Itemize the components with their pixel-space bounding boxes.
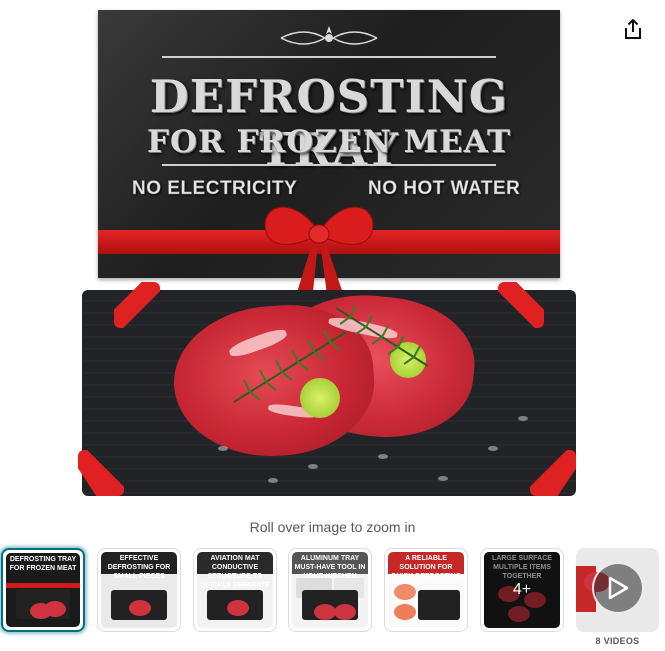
box-title-line2: FOR FROZEN MEAT (146, 124, 512, 160)
thumbnail-salmon (394, 584, 416, 600)
thumbnail-ribbon (6, 583, 80, 588)
play-icon (608, 576, 629, 600)
water-drop (488, 446, 498, 451)
water-drop (518, 416, 528, 421)
thumbnail-4[interactable]: ALUMINUM TRAY MUST-HAVE TOOL IN YOUR KIT… (288, 548, 372, 632)
thumbnail-caption: AVIATION MAT CONDUCTIVE STRUCTURE TO QUI… (197, 552, 273, 598)
box-rule-top (162, 56, 496, 58)
zoom-hint: Roll over image to zoom in (249, 519, 416, 535)
more-images-count: 4+ (484, 552, 560, 628)
water-drop (218, 446, 228, 451)
main-product-image[interactable]: DEFROSTING TRAY FOR FROZEN MEAT NO ELECT… (78, 6, 586, 506)
share-button[interactable] (620, 16, 646, 42)
box-rule-bottom (162, 164, 496, 166)
thumbnail-3[interactable]: AVIATION MAT CONDUCTIVE STRUCTURE TO QUI… (193, 548, 277, 632)
thumbnail-meat (334, 604, 356, 620)
thumbnail-meat (227, 600, 249, 616)
videos-count-label[interactable]: 8 VIDEOS (576, 636, 659, 646)
thumbnail-tray (418, 590, 460, 620)
video-thumbnail[interactable] (576, 548, 659, 632)
thumbnail-6[interactable]: LARGE SURFACE MULTIPLE ITEMS TOGETHER 4+ (480, 548, 564, 632)
thumbnail-caption: EFFECTIVE DEFROSTING FOR SMALL PIECES (101, 552, 177, 580)
thumbnail-meat (44, 601, 66, 617)
thumbnail-meat (314, 604, 336, 620)
water-drop (308, 464, 318, 469)
play-button[interactable] (592, 562, 644, 614)
water-drop (268, 478, 278, 483)
thumbnail-caption: A RELIABLE SOLUTION FOR QUICK DEFROSTING (388, 552, 464, 580)
box-title-line1: DEFROSTING TRAY (149, 70, 509, 176)
tag-no-hot-water: NO HOT WATER (368, 178, 521, 200)
rosemary-icon (335, 305, 429, 367)
thumbnail-meat (129, 600, 151, 616)
thumbnail-1[interactable]: DEFROSTING TRAY FOR FROZEN MEAT (1, 548, 85, 632)
thumbnail-salmon (394, 604, 416, 620)
share-icon (625, 19, 641, 39)
thumbnail-caption: DEFROSTING TRAY FOR FROZEN MEAT (6, 553, 80, 575)
thumbnail-caption: ALUMINUM TRAY MUST-HAVE TOOL IN YOUR KIT… (292, 552, 368, 580)
thumbnail-5[interactable]: A RELIABLE SOLUTION FOR QUICK DEFROSTING (384, 548, 468, 632)
water-drop (378, 454, 388, 459)
bow-icon (264, 206, 374, 302)
ornament-icon (280, 26, 378, 45)
thumbnail-2[interactable]: EFFECTIVE DEFROSTING FOR SMALL PIECES (97, 548, 181, 632)
water-drop (438, 476, 448, 481)
